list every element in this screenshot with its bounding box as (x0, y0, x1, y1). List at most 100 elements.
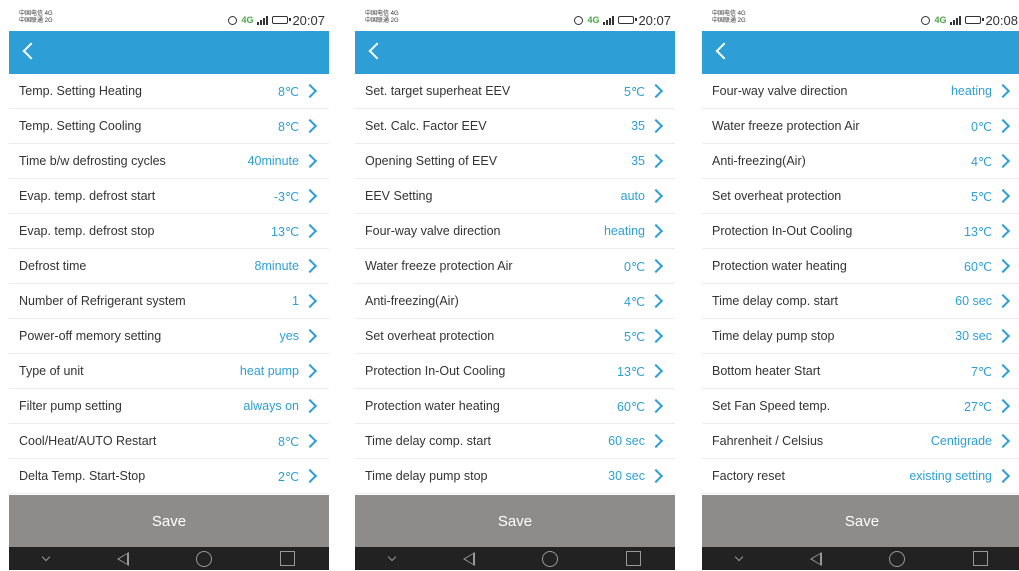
save-button[interactable]: Save (702, 495, 1019, 547)
chevron-right-icon[interactable] (995, 188, 1011, 204)
setting-label: Factory reset (712, 469, 785, 483)
setting-row[interactable]: Set overheat protection 5℃ (702, 179, 1019, 214)
hide-nav-icon[interactable] (41, 552, 51, 562)
setting-row[interactable]: Four-way valve direction heating (702, 74, 1019, 109)
settings-list: Four-way valve direction heating Water f… (702, 74, 1019, 494)
nav-home-icon[interactable] (196, 550, 213, 567)
chevron-right-icon[interactable] (995, 83, 1011, 99)
setting-row[interactable]: Set. target superheat EEV 5℃ (355, 74, 675, 109)
chevron-right-icon[interactable] (648, 258, 664, 274)
nav-recent-icon[interactable] (973, 551, 989, 566)
title-bar (9, 31, 329, 74)
chevron-right-icon[interactable] (302, 188, 318, 204)
back-icon[interactable] (22, 42, 40, 60)
chevron-right-icon[interactable] (648, 363, 664, 379)
nav-back-icon[interactable] (462, 551, 475, 566)
save-button[interactable]: Save (9, 495, 329, 547)
setting-row[interactable]: Set Fan Speed temp. 27℃ (702, 389, 1019, 424)
settings-list: Temp. Setting Heating 8℃ Temp. Setting C… (9, 74, 329, 494)
chevron-right-icon[interactable] (995, 223, 1011, 239)
chevron-right-icon[interactable] (302, 363, 318, 379)
setting-row[interactable]: Cool/Heat/AUTO Restart 8℃ (9, 424, 329, 459)
nav-home-icon[interactable] (542, 550, 559, 567)
setting-row[interactable]: Type of unit heat pump (9, 354, 329, 389)
setting-row[interactable]: Number of Refrigerant system 1 (9, 284, 329, 319)
chevron-right-icon[interactable] (648, 398, 664, 414)
hide-nav-icon[interactable] (734, 552, 744, 562)
setting-row[interactable]: Set overheat protection 5℃ (355, 319, 675, 354)
chevron-right-icon[interactable] (995, 118, 1011, 134)
setting-row[interactable]: Time delay pump stop 30 sec (355, 459, 675, 494)
setting-row[interactable]: Evap. temp. defrost start -3℃ (9, 179, 329, 214)
chevron-right-icon[interactable] (995, 433, 1011, 449)
chevron-right-icon[interactable] (648, 328, 664, 344)
setting-row[interactable]: Protection water heating 60℃ (355, 389, 675, 424)
chevron-right-icon[interactable] (302, 153, 318, 169)
setting-row[interactable]: Temp. Setting Cooling 8℃ (9, 109, 329, 144)
setting-row[interactable]: Protection water heating 60℃ (702, 249, 1019, 284)
nav-home-icon[interactable] (889, 550, 906, 567)
setting-label: Fahrenheit / Celsius (712, 434, 824, 448)
chevron-right-icon[interactable] (995, 468, 1011, 484)
setting-row[interactable]: Time delay pump stop 30 sec (702, 319, 1019, 354)
setting-row[interactable]: Set. Calc. Factor EEV 35 (355, 109, 675, 144)
chevron-right-icon[interactable] (302, 398, 318, 414)
setting-row[interactable]: Defrost time 8minute (9, 249, 329, 284)
setting-row[interactable]: Time delay comp. start 60 sec (355, 424, 675, 459)
nav-back-icon[interactable] (809, 551, 822, 566)
setting-row[interactable]: Filter pump setting always on (9, 389, 329, 424)
chevron-right-icon[interactable] (302, 328, 318, 344)
chevron-right-icon[interactable] (302, 468, 318, 484)
chevron-right-icon[interactable] (302, 223, 318, 239)
nav-recent-icon[interactable] (626, 551, 642, 566)
setting-row[interactable]: Opening Setting of EEV 35 (355, 144, 675, 179)
chevron-right-icon[interactable] (648, 188, 664, 204)
chevron-right-icon[interactable] (648, 468, 664, 484)
carrier-info: 中国电信 4G 中国联通 2G (365, 11, 399, 25)
setting-value: heating (603, 224, 645, 238)
setting-row[interactable]: Four-way valve direction heating (355, 214, 675, 249)
back-icon[interactable] (368, 42, 386, 60)
chevron-right-icon[interactable] (995, 153, 1011, 169)
chevron-right-icon[interactable] (995, 398, 1011, 414)
chevron-right-icon[interactable] (302, 433, 318, 449)
setting-row[interactable]: Fahrenheit / Celsius Centigrade (702, 424, 1019, 459)
setting-row[interactable]: EEV Setting auto (355, 179, 675, 214)
carrier-info: 中国电信 4G 中国联通 2G (19, 11, 53, 25)
setting-row[interactable]: Bottom heater Start 7℃ (702, 354, 1019, 389)
chevron-right-icon[interactable] (648, 153, 664, 169)
setting-row[interactable]: Water freeze protection Air 0℃ (355, 249, 675, 284)
chevron-right-icon[interactable] (995, 363, 1011, 379)
chevron-right-icon[interactable] (995, 328, 1011, 344)
setting-row[interactable]: Anti-freezing(Air) 4℃ (702, 144, 1019, 179)
setting-row[interactable]: Protection In-Out Cooling 13℃ (702, 214, 1019, 249)
hide-nav-icon[interactable] (387, 552, 397, 562)
setting-value: 5℃ (624, 84, 645, 99)
chevron-right-icon[interactable] (302, 118, 318, 134)
setting-row[interactable]: Delta Temp. Start-Stop 2℃ (9, 459, 329, 494)
chevron-right-icon[interactable] (302, 293, 318, 309)
setting-row[interactable]: Water freeze protection Air 0℃ (702, 109, 1019, 144)
chevron-right-icon[interactable] (648, 118, 664, 134)
chevron-right-icon[interactable] (648, 83, 664, 99)
chevron-right-icon[interactable] (648, 223, 664, 239)
chevron-right-icon[interactable] (648, 293, 664, 309)
chevron-right-icon[interactable] (302, 83, 318, 99)
chevron-right-icon[interactable] (995, 258, 1011, 274)
setting-row[interactable]: Time delay comp. start 60 sec (702, 284, 1019, 319)
setting-row[interactable]: Temp. Setting Heating 8℃ (9, 74, 329, 109)
chevron-right-icon[interactable] (302, 258, 318, 274)
back-icon[interactable] (715, 42, 733, 60)
nav-back-icon[interactable] (116, 551, 129, 566)
setting-row[interactable]: Evap. temp. defrost stop 13℃ (9, 214, 329, 249)
nav-recent-icon[interactable] (280, 551, 296, 566)
setting-row[interactable]: Protection In-Out Cooling 13℃ (355, 354, 675, 389)
chevron-right-icon[interactable] (995, 293, 1011, 309)
setting-row[interactable]: Time b/w defrosting cycles 40minute (9, 144, 329, 179)
setting-row[interactable]: Power-off memory setting yes (9, 319, 329, 354)
carrier-2: 中国联通 2G (712, 18, 746, 24)
setting-row[interactable]: Anti-freezing(Air) 4℃ (355, 284, 675, 319)
save-button[interactable]: Save (355, 495, 675, 547)
chevron-right-icon[interactable] (648, 433, 664, 449)
setting-row[interactable]: Factory reset existing setting (702, 459, 1019, 494)
